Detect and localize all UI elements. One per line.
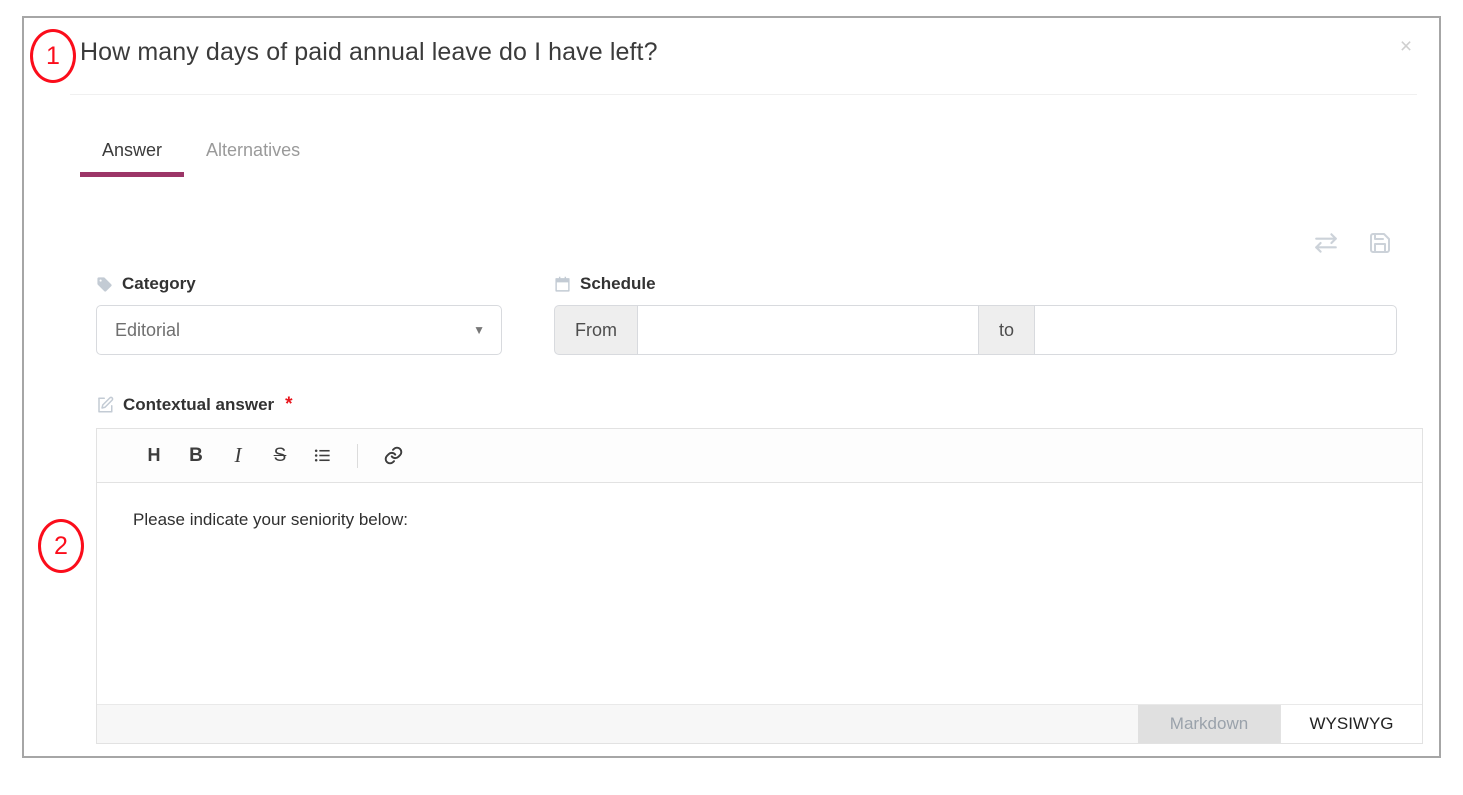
floppy-save-icon[interactable] (1367, 230, 1393, 256)
toolbar-separator (357, 443, 358, 468)
category-selected-value: Editorial (115, 320, 181, 340)
contextual-answer-label: Contextual answer (123, 395, 275, 414)
category-label-row: Category (96, 274, 502, 294)
calendar-icon (554, 276, 571, 293)
edit-square-icon (96, 396, 114, 414)
schedule-from-input[interactable] (637, 305, 979, 355)
header-divider (70, 94, 1417, 95)
editor-toolbar: H B I S (97, 429, 1422, 483)
form-area: Category Editorial ▼ Schedule From to Co… (96, 274, 1423, 744)
contextual-answer-editor: H B I S Please indicate your seniority b… (96, 428, 1423, 744)
tab-alternatives[interactable]: Alternatives (184, 130, 322, 177)
schedule-to-addon: to (979, 305, 1035, 355)
schedule-label-row: Schedule (554, 274, 1397, 294)
required-asterisk: * (285, 394, 293, 415)
editor-mode-toggle: Markdown WYSIWYG (97, 704, 1422, 743)
dialog-header: How many days of paid annual leave do I … (24, 18, 1439, 94)
italic-icon[interactable]: I (217, 436, 259, 476)
bold-icon[interactable]: B (175, 436, 217, 476)
tab-answer[interactable]: Answer (80, 130, 185, 177)
form-row-top: Category Editorial ▼ Schedule From to (96, 274, 1417, 394)
annotation-badge-1: 1 (30, 29, 76, 83)
answer-dialog: How many days of paid annual leave do I … (22, 16, 1441, 758)
category-label: Category (122, 274, 196, 293)
annotation-badge-2: 2 (38, 519, 84, 573)
tag-icon (96, 276, 113, 293)
page-title: How many days of paid annual leave do I … (80, 38, 658, 66)
close-icon[interactable]: × (1393, 34, 1419, 60)
heading-icon[interactable]: H (133, 436, 175, 476)
contextual-answer-label-row: Contextual answer * (96, 394, 1417, 416)
schedule-to-input[interactable] (1034, 305, 1397, 355)
schedule-input-group: From to (554, 305, 1397, 355)
schedule-field: Schedule From to (554, 274, 1397, 355)
category-select[interactable]: Editorial ▼ (96, 305, 502, 355)
schedule-label: Schedule (580, 274, 656, 293)
mode-markdown-button[interactable]: Markdown (1138, 705, 1280, 743)
strikethrough-icon[interactable]: S (259, 436, 301, 476)
chevron-down-icon: ▼ (473, 323, 485, 337)
screenshot-root: How many days of paid annual leave do I … (0, 0, 1463, 795)
link-icon[interactable] (372, 436, 414, 476)
bullet-list-icon[interactable] (301, 436, 343, 476)
editor-action-row (1313, 230, 1393, 256)
mode-wysiwyg-button[interactable]: WYSIWYG (1280, 705, 1422, 743)
tab-bar: Answer Alternatives (80, 130, 322, 177)
exchange-arrows-icon[interactable] (1313, 230, 1339, 256)
schedule-from-addon: From (554, 305, 637, 355)
editor-content[interactable]: Please indicate your seniority below: (97, 483, 1422, 705)
category-field: Category Editorial ▼ (96, 274, 502, 355)
